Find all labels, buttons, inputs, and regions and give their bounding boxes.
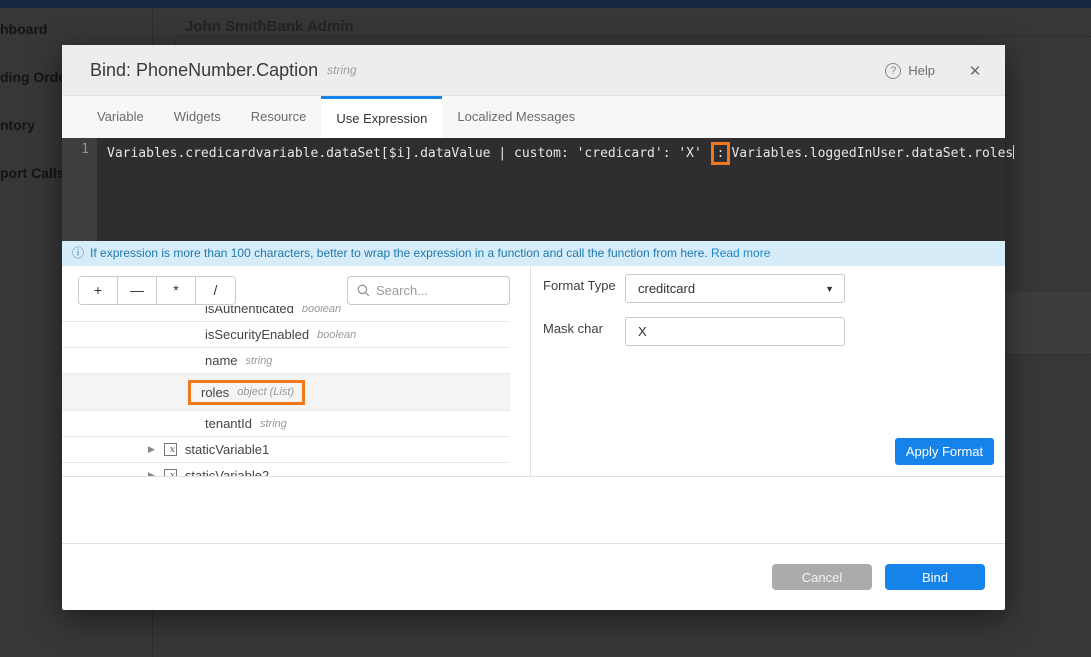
dialog-title-type: string [327, 63, 356, 77]
format-type-value: creditcard [638, 281, 825, 296]
sidebar-item-pending-order[interactable]: ding Order [0, 69, 72, 85]
tree-row-name[interactable]: name string [62, 348, 510, 374]
tab-use-expression[interactable]: Use Expression [321, 96, 442, 138]
tree-node-type: boolean [317, 329, 356, 341]
variable-search-box[interactable] [347, 276, 510, 305]
tree-row-tenantid[interactable]: tenantId string [62, 411, 510, 437]
help-icon: ? [885, 63, 901, 79]
tree-row-staticvariable1[interactable]: ▶ x staticVariable1 [62, 437, 510, 463]
info-banner-text: If expression is more than 100 character… [90, 246, 708, 260]
read-more-link[interactable]: Read more [711, 246, 770, 260]
editor-line-number: 1 [62, 138, 97, 241]
static-variable-icon: x [164, 443, 177, 456]
close-icon[interactable]: ✕ [963, 45, 987, 96]
divide-operator-button[interactable]: / [196, 277, 235, 304]
mask-char-input[interactable] [625, 317, 845, 346]
tree-row-isauthenticated[interactable]: isAuthenticated boolean [62, 306, 510, 322]
info-icon: ⓘ [72, 246, 84, 260]
expression-before: Variables.credicardvariable.dataSet[$i].… [107, 146, 710, 161]
tree-row-issecurityenabled[interactable]: isSecurityEnabled boolean [62, 322, 510, 348]
minus-operator-button[interactable]: — [118, 277, 157, 304]
sidebar-item-dashboard[interactable]: hboard [0, 21, 47, 37]
tree-node-label: staticVariable2 [185, 468, 269, 476]
chevron-right-icon[interactable]: ▶ [148, 444, 155, 455]
chevron-down-icon: ▼ [825, 284, 834, 294]
format-type-select[interactable]: creditcard ▼ [625, 274, 845, 303]
expression-editor[interactable]: 1 Variables.credicardvariable.dataSet[$i… [62, 138, 1005, 241]
text-caret [1013, 145, 1014, 159]
top-navbar [0, 0, 1091, 8]
panel-divider [530, 266, 531, 476]
content-bottom-divider [62, 476, 1005, 477]
tree-node-label: roles [201, 385, 229, 400]
help-button[interactable]: ? Help [885, 45, 935, 96]
page-user-header: John SmithBank Admin [185, 18, 354, 35]
tab-resource[interactable]: Resource [236, 96, 322, 138]
expression-after: Variables.loggedInUser.dataSet.roles [731, 146, 1013, 161]
variable-tree: isAuthenticated boolean isSecurityEnable… [62, 306, 530, 476]
tree-row-roles-selected[interactable]: roles object (List) [62, 374, 510, 411]
tab-widgets[interactable]: Widgets [159, 96, 236, 138]
static-variable-icon: x [164, 469, 177, 476]
expression-code-line[interactable]: Variables.credicardvariable.dataSet[$i].… [107, 142, 1014, 165]
tree-row-staticvariable2[interactable]: ▶ x staticVariable2 [62, 463, 510, 476]
tab-localized-messages[interactable]: Localized Messages [442, 96, 590, 138]
tree-node-label: isAuthenticated [205, 306, 294, 316]
sidebar-item-support-calls[interactable]: port Calls [0, 165, 65, 181]
tree-node-label: isSecurityEnabled [205, 327, 309, 342]
tree-node-type: object (List) [237, 386, 294, 398]
bind-button[interactable]: Bind [885, 564, 985, 590]
dialog-header: Bind: PhoneNumber.Caption string ? Help … [62, 45, 1005, 96]
chevron-right-icon[interactable]: ▶ [148, 470, 155, 476]
bind-dialog: Bind: PhoneNumber.Caption string ? Help … [62, 45, 1005, 610]
mask-char-label: Mask char [543, 321, 603, 336]
dialog-tabbar: Variable Widgets Resource Use Expression… [62, 96, 1005, 138]
footer-divider [62, 543, 1005, 544]
tab-variable[interactable]: Variable [82, 96, 159, 138]
dialog-title: Bind: PhoneNumber.Caption [90, 60, 318, 81]
format-type-label: Format Type [543, 278, 616, 293]
expression-highlighted-token: : [711, 142, 731, 165]
plus-operator-button[interactable]: + [79, 277, 118, 304]
multiply-operator-button[interactable]: * [157, 277, 196, 304]
expression-info-banner: ⓘ If expression is more than 100 characte… [62, 241, 1005, 266]
tree-node-type: boolean [302, 306, 341, 315]
tree-node-type: string [260, 418, 287, 430]
cancel-button[interactable]: Cancel [772, 564, 872, 590]
operator-button-group: + — * / [78, 276, 236, 305]
sidebar-item-inventory[interactable]: ntory [0, 117, 35, 133]
tree-node-type: string [246, 355, 273, 367]
tree-node-label: tenantId [205, 416, 252, 431]
help-label: Help [908, 63, 935, 78]
tree-node-label: name [205, 353, 238, 368]
search-icon [357, 284, 370, 297]
search-input[interactable] [376, 283, 496, 298]
tree-node-label: staticVariable1 [185, 442, 269, 457]
background-panel-band [1005, 292, 1091, 355]
apply-format-button[interactable]: Apply Format [895, 438, 994, 465]
roles-highlight-box: roles object (List) [188, 380, 305, 405]
